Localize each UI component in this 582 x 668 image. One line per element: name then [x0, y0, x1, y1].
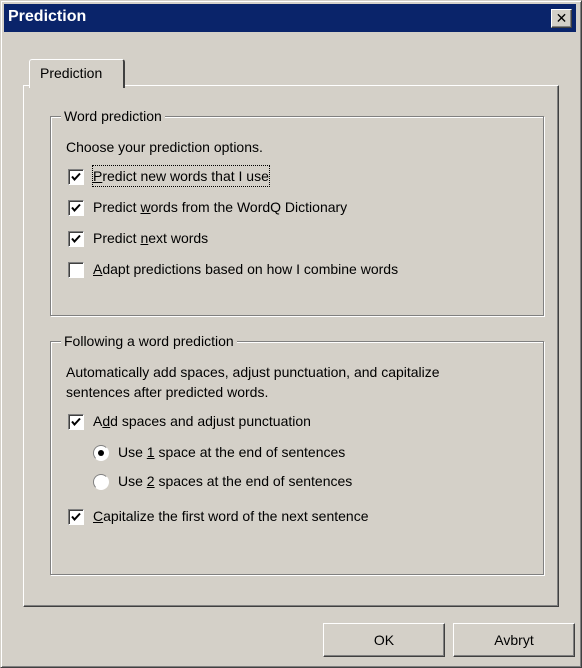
following-prediction-group: Following a word prediction Automaticall… — [50, 332, 544, 575]
predict-next-words-label: Predict next words — [93, 230, 209, 246]
predict-dictionary-words-option[interactable]: Predict words from the WordQ Dictionary — [66, 197, 536, 219]
group-legend: Following a word prediction — [61, 332, 237, 350]
add-spaces-label: Add spaces and adjust punctuation — [93, 413, 311, 429]
one-space-radio[interactable] — [93, 445, 109, 461]
prediction-dialog: Prediction ✕ Prediction Word prediction … — [0, 0, 582, 668]
predict-new-words-option[interactable]: Predict new words that I use — [66, 165, 536, 188]
add-spaces-option[interactable]: Add spaces and adjust punctuation — [66, 411, 536, 433]
predict-new-words-checkbox[interactable] — [68, 169, 84, 185]
tab-prediction[interactable]: Prediction — [29, 59, 125, 88]
predict-new-words-label: Predict new words that I use — [92, 165, 270, 187]
adapt-predictions-option[interactable]: Adapt predictions based on how I combine… — [66, 259, 536, 281]
close-icon: ✕ — [555, 10, 568, 26]
adapt-predictions-label: Adapt predictions based on how I combine… — [93, 261, 399, 277]
cancel-button[interactable]: Avbryt — [453, 623, 575, 657]
one-space-option[interactable]: Use 1 space at the end of sentences — [91, 442, 531, 464]
close-button[interactable]: ✕ — [551, 9, 572, 28]
add-spaces-checkbox[interactable] — [68, 414, 84, 430]
predict-dictionary-words-label: Predict words from the WordQ Dictionary — [93, 199, 348, 215]
title-bar[interactable]: Prediction ✕ — [4, 4, 576, 32]
window-title: Prediction — [8, 8, 87, 25]
two-spaces-radio[interactable] — [93, 474, 109, 490]
tab-label: Prediction — [40, 65, 103, 81]
group-legend: Word prediction — [61, 107, 165, 125]
following-intro-line-1: Automatically add spaces, adjust punctua… — [66, 364, 440, 380]
two-spaces-label: Use 2 spaces at the end of sentences — [118, 473, 353, 489]
predict-dictionary-words-checkbox[interactable] — [68, 200, 84, 216]
predict-next-words-checkbox[interactable] — [68, 231, 84, 247]
capitalize-label: Capitalize the first word of the next se… — [93, 508, 369, 524]
ok-button[interactable]: OK — [323, 623, 445, 657]
capitalize-option[interactable]: Capitalize the first word of the next se… — [66, 506, 536, 528]
predict-next-words-option[interactable]: Predict next words — [66, 228, 536, 250]
adapt-predictions-checkbox[interactable] — [68, 262, 84, 278]
tab-panel: Word prediction Choose your prediction o… — [23, 85, 559, 607]
one-space-label: Use 1 space at the end of sentences — [118, 444, 346, 460]
word-prediction-intro: Choose your prediction options. — [66, 139, 263, 155]
capitalize-checkbox[interactable] — [68, 509, 84, 525]
word-prediction-group: Word prediction Choose your prediction o… — [50, 107, 544, 316]
following-intro-line-2: sentences after predicted words. — [66, 384, 269, 400]
two-spaces-option[interactable]: Use 2 spaces at the end of sentences — [91, 471, 531, 493]
